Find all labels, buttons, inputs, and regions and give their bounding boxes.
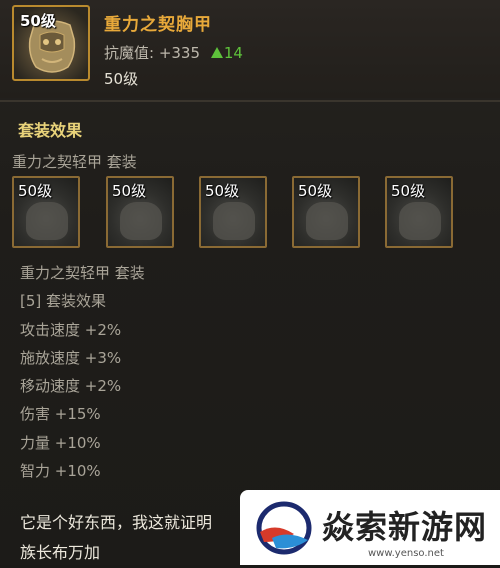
set-piece-3[interactable]: 50级 <box>199 176 267 248</box>
set-piece-1[interactable]: 50级 <box>12 176 80 248</box>
stat-label: 抗魔值: +335 <box>104 44 201 62</box>
item-level-badge: 50级 <box>20 12 56 30</box>
piece-level: 50级 <box>112 182 147 200</box>
boots-icon <box>399 202 441 240</box>
set-piece-5[interactable]: 50级 <box>385 176 453 248</box>
flavor-text: 它是个好东西，我这就证明 族长布万加 <box>20 508 260 568</box>
watermark-logo-icon <box>256 501 312 555</box>
flavor-line-2: 族长布万加 <box>20 543 101 562</box>
up-arrow-icon <box>210 47 223 58</box>
set-info-line: 伤害 +15% <box>20 405 101 424</box>
item-tooltip-panel: 50级 重力之契胸甲 抗魔值: +335 14 50级 套装效果 重力之契轻甲 … <box>0 0 500 565</box>
set-bonus-list: 重力之契轻甲 套装 [5] 套装效果 攻击速度 +2% 施放速度 +3% 移动速… <box>20 259 145 485</box>
piece-level: 50级 <box>205 182 240 200</box>
watermark-url: www.yenso.net <box>368 548 444 559</box>
leg-armor-icon <box>213 202 255 240</box>
flavor-line-1: 它是个好东西，我这就证明 <box>20 513 213 532</box>
watermark-brand: 焱索新游网 <box>322 508 488 546</box>
set-info-line: 施放速度 +3% <box>20 348 122 367</box>
stat-line: 抗魔值: +335 14 <box>104 42 243 63</box>
piece-level: 50级 <box>298 182 333 200</box>
set-info-line: 移动速度 +2% <box>20 377 122 396</box>
chest-armor-item-icon[interactable]: 50级 <box>12 5 90 81</box>
chest-armor-icon <box>120 202 162 240</box>
gloves-icon <box>306 202 348 240</box>
set-piece-2[interactable]: 50级 <box>106 176 174 248</box>
set-info-line: 重力之契轻甲 套装 <box>20 264 145 282</box>
piece-level: 50级 <box>18 182 53 200</box>
watermark: 焱索新游网 www.yenso.net <box>240 490 500 565</box>
set-info-line: 力量 +10% <box>20 433 101 452</box>
required-level: 50级 <box>104 70 139 88</box>
item-name: 重力之契胸甲 <box>104 15 212 35</box>
divider <box>0 100 500 102</box>
stat-bonus-value: 14 <box>223 44 243 62</box>
set-effect-title: 套装效果 <box>18 121 83 140</box>
set-info-line: 攻击速度 +2% <box>20 320 122 339</box>
helmet-icon <box>26 202 68 240</box>
set-piece-4[interactable]: 50级 <box>292 176 360 248</box>
set-name: 重力之契轻甲 套装 <box>12 153 137 171</box>
set-pieces-row: 50级 50级 50级 50级 50级 <box>12 176 482 251</box>
tooltip-header: 50级 重力之契胸甲 抗魔值: +335 14 50级 <box>0 0 500 98</box>
stat-bonus: 14 <box>210 44 243 62</box>
set-info-line: [5] 套装效果 <box>20 292 107 311</box>
set-info-line: 智力 +10% <box>20 462 101 481</box>
piece-level: 50级 <box>391 182 426 200</box>
